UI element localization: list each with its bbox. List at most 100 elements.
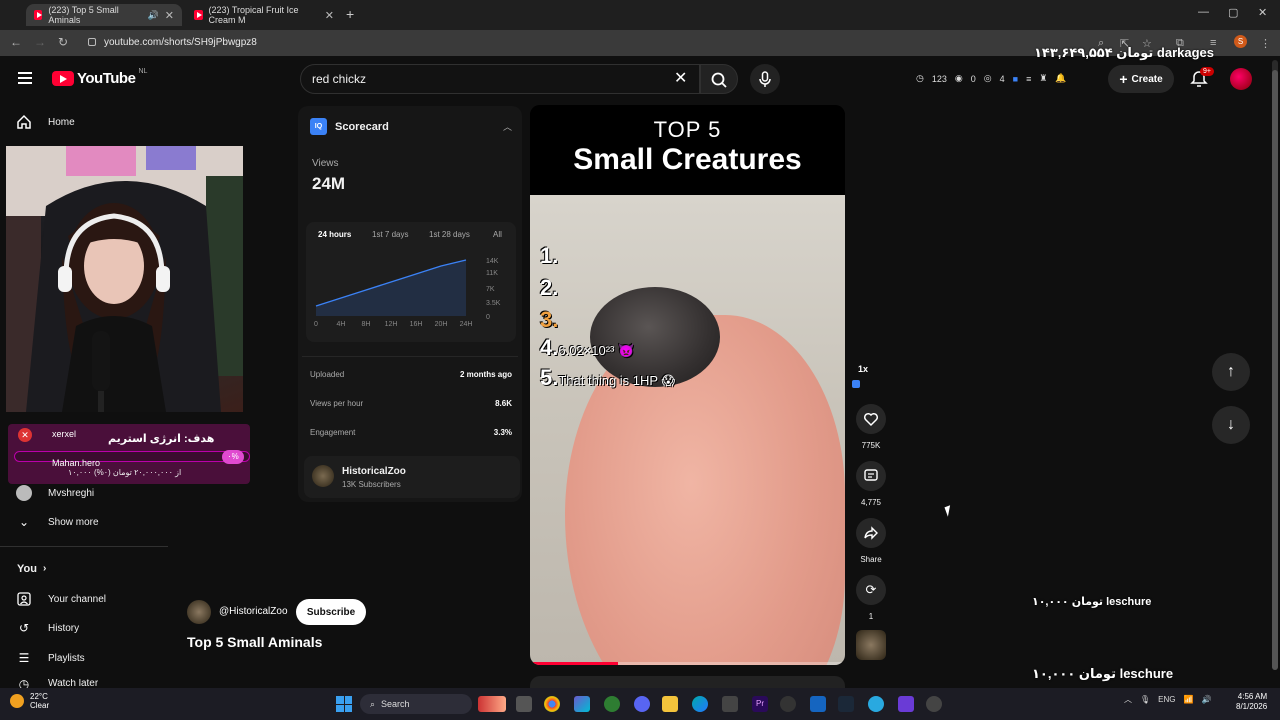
sidebar-show-more[interactable]: ⌄ Show more <box>16 514 99 530</box>
reload-icon[interactable]: ↻ <box>58 35 68 49</box>
premiere-icon[interactable]: Pr <box>752 696 768 712</box>
search-input[interactable] <box>312 72 652 86</box>
views-label: Views <box>312 158 339 169</box>
logo-text: YouTube <box>77 70 136 87</box>
tab-close-icon[interactable]: ✕ <box>165 9 174 22</box>
channel-avatar[interactable] <box>187 600 211 624</box>
tab-close-icon[interactable]: ✕ <box>325 9 334 22</box>
discord-icon[interactable] <box>634 696 650 712</box>
steam-icon[interactable] <box>838 696 854 712</box>
sidebar-item-watch-later[interactable]: ◷ Watch later <box>16 679 98 688</box>
weather-widget[interactable]: 22°C Clear <box>10 692 49 710</box>
alert-bell-icon[interactable]: 🔔 <box>1055 73 1066 84</box>
edge-icon[interactable] <box>692 696 708 712</box>
youtube-logo[interactable]: YouTube NL <box>52 68 147 87</box>
share-button[interactable] <box>856 518 886 548</box>
browser-profile-avatar[interactable]: S <box>1234 35 1247 48</box>
video-progress-bar[interactable] <box>530 662 845 665</box>
maximize-icon[interactable]: ▢ <box>1228 6 1238 19</box>
new-tab-icon[interactable]: + <box>346 6 354 22</box>
app-icon[interactable] <box>604 696 620 712</box>
chevron-up-icon[interactable]: ︿ <box>1124 694 1132 705</box>
browser-menu-icon[interactable]: ⋮ <box>1260 37 1271 50</box>
donation-overlay-top: ۱۴۳,۶۴۹,۵۵۴ تومان darkages <box>1034 45 1215 60</box>
search-icon <box>711 72 727 88</box>
channel-handle[interactable]: @HistoricalZoo <box>219 606 288 617</box>
close-icon: ✕ <box>18 428 32 442</box>
list-icon[interactable]: ≡ <box>1026 74 1031 84</box>
app-icon[interactable] <box>780 696 796 712</box>
shorts-video-player[interactable]: TOP 5 Small Creatures 1. 2. 3. 4.6.02×10… <box>530 105 845 665</box>
tab-all[interactable]: All <box>493 230 502 239</box>
tab-top-5-small-aminals[interactable]: (223) Top 5 Small Aminals 🔊 ✕ <box>26 4 182 26</box>
clear-search-icon[interactable]: ✕ <box>674 68 687 88</box>
sound-thumbnail[interactable] <box>856 630 886 660</box>
app-icon[interactable] <box>898 696 914 712</box>
sidebar-item-mvshreghi[interactable]: Mvshreghi <box>16 485 94 501</box>
next-short-button[interactable]: ↓ <box>1212 406 1250 444</box>
search-button[interactable] <box>700 64 738 94</box>
sidebar-item-playlists[interactable]: ☰ Playlists <box>16 650 85 666</box>
sidebar-item-history[interactable]: ↺ History <box>16 620 79 636</box>
app-icon[interactable] <box>810 696 826 712</box>
rank-2: 2. <box>540 275 559 300</box>
windows-start-icon[interactable] <box>336 696 352 712</box>
taskbar-widget-icon[interactable] <box>478 696 506 712</box>
tab-tropical-fruit[interactable]: (223) Tropical Fruit Ice Cream M ✕ <box>186 4 342 26</box>
taskbar-clock[interactable]: 4:56 AM 8/1/2026 <box>1236 692 1267 712</box>
remix-button[interactable]: ⟳ <box>856 575 886 605</box>
language-indicator[interactable]: ENG <box>1158 695 1175 704</box>
donor-name-2: Mahan.hero <box>52 458 101 468</box>
row-label-engagement: Engagement <box>310 428 356 437</box>
tab-1st-28-days[interactable]: 1st 28 days <box>429 230 470 239</box>
back-icon[interactable]: ← <box>10 35 22 49</box>
history-icon: ↺ <box>18 621 30 635</box>
playback-speed-button[interactable]: 1x <box>858 364 868 374</box>
short-title[interactable]: Top 5 Small Aminals <box>187 634 322 650</box>
volume-icon[interactable]: 🔊 <box>1201 695 1211 704</box>
scorecard-header[interactable]: IQ Scorecard <box>310 118 389 135</box>
task-view-icon[interactable] <box>516 696 532 712</box>
taskbar-search[interactable]: ⌕ Search <box>360 694 472 714</box>
forward-icon[interactable]: → <box>34 35 46 49</box>
file-explorer-icon[interactable] <box>662 696 678 712</box>
comments-button[interactable] <box>856 461 886 491</box>
close-window-icon[interactable]: ✕ <box>1258 6 1267 19</box>
rank-1: 1. <box>540 243 559 268</box>
telegram-icon[interactable] <box>868 696 884 712</box>
tab-24-hours[interactable]: 24 hours <box>318 230 351 239</box>
scorecard-channel-card[interactable] <box>304 456 520 498</box>
subscribe-button[interactable]: Subscribe <box>296 599 366 625</box>
home-icon <box>16 114 32 130</box>
site-info-icon[interactable] <box>88 38 96 46</box>
trophy-icon[interactable]: ♜ <box>1039 73 1047 84</box>
account-avatar[interactable] <box>1230 68 1252 90</box>
like-button[interactable] <box>856 404 886 434</box>
sidebar-item-label: Watch later <box>48 679 99 688</box>
chrome-icon[interactable] <box>544 696 560 712</box>
store-icon[interactable] <box>722 696 738 712</box>
mouse-cursor-icon <box>944 505 954 517</box>
sidebar-item-your-channel[interactable]: Your channel <box>16 591 106 607</box>
wifi-icon[interactable]: 📶 <box>1184 695 1194 704</box>
previous-short-button[interactable]: ↑ <box>1212 353 1250 391</box>
tab-1st-7-days[interactable]: 1st 7 days <box>372 230 408 239</box>
stat-eye-off-count: 4 <box>999 73 1005 84</box>
sidebar-you-header[interactable]: You › <box>17 563 46 575</box>
y-tick-label: 11K <box>486 270 498 277</box>
settings-icon[interactable] <box>926 696 942 712</box>
create-button[interactable]: + Create <box>1108 65 1174 93</box>
minimize-icon[interactable]: — <box>1198 6 1209 18</box>
url-text[interactable]: youtube.com/shorts/SH9jPbwgpz8 <box>104 37 257 48</box>
sidebar-item-label: Playlists <box>48 652 85 664</box>
tab-mute-icon[interactable]: 🔊 <box>148 10 159 21</box>
chevron-up-icon[interactable]: ︿ <box>503 120 512 133</box>
sidebar-item-home[interactable]: Home <box>16 114 75 130</box>
guide-menu-icon[interactable] <box>18 72 32 84</box>
microphone-icon[interactable]: 🎙 <box>1140 695 1150 704</box>
copilot-icon[interactable] <box>574 696 590 712</box>
vidiq-icon[interactable]: ■ <box>1013 74 1018 84</box>
page-scrollbar-thumb[interactable] <box>1272 70 1278 670</box>
voice-search-button[interactable] <box>750 64 780 94</box>
video-title-banner: TOP 5 Small Creatures <box>530 105 845 195</box>
